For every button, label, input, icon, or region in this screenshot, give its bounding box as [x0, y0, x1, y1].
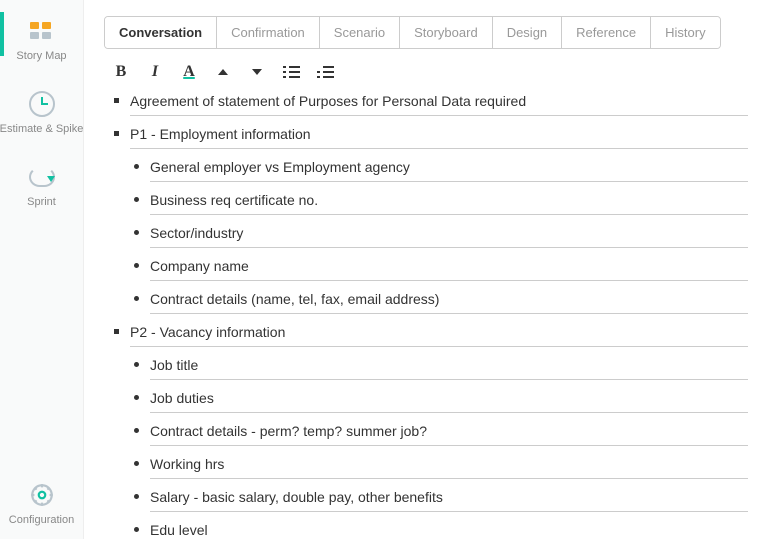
- outline-item-text: Salary - basic salary, double pay, other…: [150, 487, 748, 512]
- outline-item-text: P2 - Vacancy information: [130, 322, 748, 347]
- editor-content[interactable]: Agreement of statement of Purposes for P…: [104, 89, 758, 539]
- outline-item-text: Contract details - perm? temp? summer jo…: [150, 421, 748, 446]
- sprint-loop-icon: [28, 164, 56, 190]
- main-area: Conversation Confirmation Scenario Story…: [84, 0, 770, 539]
- tab-bar: Conversation Confirmation Scenario Story…: [104, 16, 721, 49]
- outline-item-text: Sector/industry: [150, 223, 748, 248]
- outline-item-text: General employer vs Employment agency: [150, 157, 748, 182]
- outline-item[interactable]: Job title: [132, 355, 748, 380]
- sidebar-item-configuration[interactable]: Configuration: [0, 482, 84, 527]
- editor-toolbar: B I A: [104, 59, 758, 89]
- chevron-up-icon: [218, 69, 228, 75]
- outline-item[interactable]: Contract details - perm? temp? summer jo…: [132, 421, 748, 446]
- tab-conversation[interactable]: Conversation: [105, 17, 217, 48]
- outdent-button[interactable]: [282, 63, 300, 81]
- sidebar-item-label: Configuration: [9, 514, 74, 527]
- outline-item[interactable]: General employer vs Employment agency: [132, 157, 748, 182]
- outline-item[interactable]: Agreement of statement of Purposes for P…: [112, 91, 748, 116]
- tab-confirmation[interactable]: Confirmation: [217, 17, 320, 48]
- sidebar-item-label: Sprint: [27, 196, 56, 209]
- outline-item[interactable]: Salary - basic salary, double pay, other…: [132, 487, 748, 512]
- outline-item-text: Job title: [150, 355, 748, 380]
- outline-item-text: Edu level: [150, 520, 748, 539]
- expand-down-button[interactable]: [248, 63, 266, 81]
- outline-item[interactable]: Company name: [132, 256, 748, 281]
- outline-item-text: Job duties: [150, 388, 748, 413]
- outline-item[interactable]: P2 - Vacancy information: [112, 322, 748, 347]
- sidebar-item-estimate-spike[interactable]: Estimate & Spike: [0, 91, 84, 136]
- outline-item-text: Contract details (name, tel, fax, email …: [150, 289, 748, 314]
- gear-icon: [28, 482, 56, 508]
- outline-item[interactable]: Edu level: [132, 520, 748, 539]
- indent-icon: [317, 66, 334, 78]
- outline-item-text: Working hrs: [150, 454, 748, 479]
- outdent-icon: [283, 66, 300, 78]
- outline-item[interactable]: P1 - Employment information: [112, 124, 748, 149]
- clock-icon: [28, 91, 56, 117]
- outline-item[interactable]: Business req certificate no.: [132, 190, 748, 215]
- tab-scenario[interactable]: Scenario: [320, 17, 400, 48]
- text-color-button[interactable]: A: [180, 63, 198, 81]
- indent-button[interactable]: [316, 63, 334, 81]
- sidebar-item-label: Story Map: [16, 50, 66, 63]
- sidebar: Story Map Estimate & Spike Sprint Config…: [0, 0, 84, 539]
- outline-item-text: Company name: [150, 256, 748, 281]
- outline-item[interactable]: Contract details (name, tel, fax, email …: [132, 289, 748, 314]
- outline-item-text: P1 - Employment information: [130, 124, 748, 149]
- outline-item[interactable]: Job duties: [132, 388, 748, 413]
- tab-storyboard[interactable]: Storyboard: [400, 17, 493, 48]
- outline-item-text: Agreement of statement of Purposes for P…: [130, 91, 748, 116]
- bold-button[interactable]: B: [112, 63, 130, 81]
- sidebar-item-label: Estimate & Spike: [0, 123, 83, 136]
- collapse-up-button[interactable]: [214, 63, 232, 81]
- tab-history[interactable]: History: [651, 17, 719, 48]
- chevron-down-icon: [252, 69, 262, 75]
- sidebar-item-sprint[interactable]: Sprint: [0, 164, 84, 209]
- sidebar-item-story-map[interactable]: Story Map: [0, 18, 84, 63]
- outline-item-text: Business req certificate no.: [150, 190, 748, 215]
- outline-item[interactable]: Sector/industry: [132, 223, 748, 248]
- story-map-icon: [28, 18, 56, 44]
- outline-item[interactable]: Working hrs: [132, 454, 748, 479]
- tab-design[interactable]: Design: [493, 17, 562, 48]
- italic-button[interactable]: I: [146, 63, 164, 81]
- tab-reference[interactable]: Reference: [562, 17, 651, 48]
